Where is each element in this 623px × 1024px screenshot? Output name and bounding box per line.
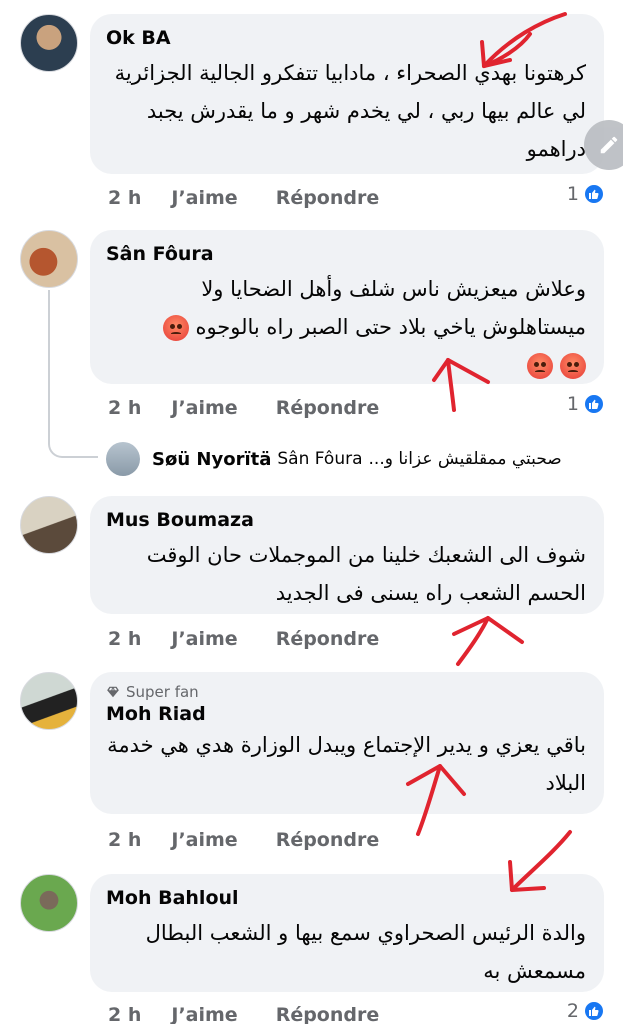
avatar[interactable] <box>20 874 78 932</box>
emoji-row <box>106 346 586 384</box>
reply-button[interactable]: Répondre <box>276 397 380 419</box>
avatar[interactable] <box>106 442 140 476</box>
like-button[interactable]: J’aime <box>171 628 237 650</box>
comment-bubble: Super fan Moh Riad باقي يعزي و يدير الإج… <box>90 672 604 814</box>
comment-actions: 2 h J’aime Répondre <box>108 1000 417 1024</box>
comment-author[interactable]: Moh Riad <box>106 702 586 726</box>
avatar[interactable] <box>20 672 78 730</box>
reply-preview-row[interactable]: Søü Nyorïtä Sân Fôura صحبتي ممقلقيش عزان… <box>106 442 606 476</box>
like-button[interactable]: J’aime <box>171 397 237 419</box>
comment-text: شوف الى الشعبك خلينا من الموجملات حان ال… <box>146 543 586 605</box>
comment-text: وعلاش ميعزيش ناس شلف وأهل الضحايا ولا مي… <box>106 270 586 346</box>
angry-emoji-icon <box>560 353 586 379</box>
avatar[interactable] <box>20 230 78 288</box>
reply-button[interactable]: Répondre <box>276 829 380 851</box>
comment-time[interactable]: 2 h <box>108 1004 141 1024</box>
badge-label: Super fan <box>126 683 199 701</box>
reply-mention[interactable]: Sân Fôura <box>277 449 362 469</box>
reaction-number: 2 <box>566 1000 579 1022</box>
comment-time[interactable]: 2 h <box>108 829 141 851</box>
reply-preview-text: صحبتي ممقلقيش عزانا و... <box>368 449 562 469</box>
reaction-number: 1 <box>566 393 579 415</box>
like-icon <box>583 1000 605 1022</box>
comment-time[interactable]: 2 h <box>108 628 141 650</box>
diamond-icon <box>107 686 119 698</box>
reply-thread-line <box>48 290 98 458</box>
comment-author[interactable]: Ok BA <box>106 26 586 50</box>
like-icon <box>583 183 605 205</box>
comment-time[interactable]: 2 h <box>108 397 141 419</box>
comment-text-body: وعلاش ميعزيش ناس شلف وأهل الضحايا ولا مي… <box>195 277 586 339</box>
comment-text: والدة الرئيس الصحراوي سمع بيها و الشعب ا… <box>145 921 586 983</box>
comment-actions: 2 h J’aime Répondre <box>108 825 417 855</box>
comment-actions: 2 h J’aime Répondre <box>108 183 417 213</box>
comment-text: باقي يعزي و يدير الإجتماع ويبدل الوزارة … <box>107 733 586 795</box>
reply-button[interactable]: Répondre <box>276 628 380 650</box>
super-fan-badge: Super fan <box>106 682 586 702</box>
comment-text: كرهتونا بهدي الصحراء ، مادابيا تتفكرو ال… <box>114 61 586 161</box>
avatar[interactable] <box>20 14 78 72</box>
avatar[interactable] <box>20 496 78 554</box>
comment-time[interactable]: 2 h <box>108 187 141 209</box>
reply-author[interactable]: Søü Nyorïtä <box>152 449 271 470</box>
reply-button[interactable]: Répondre <box>276 187 380 209</box>
like-button[interactable]: J’aime <box>171 1004 237 1024</box>
comment-bubble: Mus Boumaza شوف الى الشعبك خلينا من المو… <box>90 496 604 614</box>
comment-actions: 2 h J’aime Répondre <box>108 624 417 654</box>
comment-bubble: Ok BA كرهتونا بهدي الصحراء ، مادابيا تتف… <box>90 14 604 174</box>
comment-author[interactable]: Moh Bahloul <box>106 886 586 910</box>
angry-emoji-icon <box>527 353 554 379</box>
comment-author[interactable]: Sân Fôura <box>106 242 586 266</box>
angry-emoji-icon <box>162 315 189 341</box>
comment-author[interactable]: Mus Boumaza <box>106 508 586 532</box>
reaction-count[interactable]: 1 <box>567 183 605 205</box>
reaction-count[interactable]: 1 <box>567 393 605 415</box>
reaction-count[interactable]: 2 <box>567 1000 605 1022</box>
comment-bubble: Moh Bahloul والدة الرئيس الصحراوي سمع بي… <box>90 874 604 992</box>
pencil-icon <box>600 136 618 154</box>
reply-button[interactable]: Répondre <box>276 1004 380 1024</box>
red-arrow-annotation <box>452 616 524 666</box>
like-button[interactable]: J’aime <box>171 187 237 209</box>
comment-actions: 2 h J’aime Répondre <box>108 393 417 423</box>
like-button[interactable]: J’aime <box>171 829 237 851</box>
reaction-number: 1 <box>566 183 579 205</box>
like-icon <box>583 393 605 415</box>
comment-bubble: Sân Fôura وعلاش ميعزيش ناس شلف وأهل الضح… <box>90 230 604 384</box>
